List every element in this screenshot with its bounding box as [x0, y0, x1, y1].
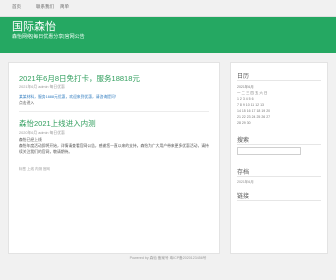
post-excerpt: 森怡已经上线 — [19, 138, 42, 142]
post-title[interactable]: 2021年6月8日免打卡，服务18818元 — [19, 73, 140, 84]
sidebar-divider — [237, 200, 321, 201]
post-meta: 2021年6月 admin 每日优惠 — [19, 85, 65, 89]
sidebar-title-archive: 存档 — [237, 170, 250, 176]
site-title[interactable]: 国际森怡 — [12, 18, 56, 34]
content-wrap: 2021年6月8日免打卡，服务18818元 2021年6月 admin 每日优惠… — [8, 62, 328, 254]
post-divider — [19, 111, 209, 112]
post-excerpt: 森怡年度活动即将开始，详情请查看官网公告，感谢您一直以来的支持。森怡为广大用户带… — [19, 144, 209, 154]
post-excerpt: 某某材料，服务1688元优惠，欢迎来到优惠，请咨询提问！ — [19, 95, 209, 100]
sidebar-divider — [237, 80, 321, 81]
calendar-row[interactable]: 14 15 16 17 18 19 20 — [237, 109, 270, 113]
calendar-row[interactable]: 21 22 23 24 25 26 27 — [237, 115, 270, 119]
calendar-month: 2021年6月 — [237, 85, 254, 89]
post-title[interactable]: 森怡2021上线进入内测 — [19, 118, 96, 129]
sidebar-title-search: 搜索 — [237, 138, 250, 144]
nav-item-home[interactable]: 首页 — [12, 4, 21, 10]
sidebar: 日历 2021年6月 一 二 三 四 五 六 日 1 2 3 4 5 6 7 8… — [230, 62, 328, 254]
site-description: 森怡网络|每日优惠分享|官网公告 — [12, 34, 85, 40]
nav-item-contact[interactable]: 联系我们 — [36, 4, 54, 10]
calendar-row[interactable]: 7 8 9 10 11 12 13 — [237, 103, 264, 107]
calendar-row[interactable]: 1 2 3 4 5 6 — [237, 97, 254, 101]
sidebar-divider — [237, 144, 321, 145]
sidebar-divider — [237, 176, 321, 177]
search-input[interactable] — [237, 147, 301, 155]
post-read-more[interactable]: 点击进入 — [19, 101, 209, 106]
sidebar-title-calendar: 日历 — [237, 74, 250, 80]
nav-item-simple[interactable]: 简单 — [60, 4, 69, 10]
post-excerpt-link[interactable]: 某某材料，服务1688元优惠，欢迎来到优惠，请咨询提问！ — [19, 95, 119, 99]
footer: Powered by 森怡 备案号 粤ICP备2020123456号 — [129, 256, 207, 260]
post-meta: 2020年6月 admin 每日优惠 — [19, 131, 65, 135]
top-nav: 首页 联系我们 简单 — [0, 0, 336, 17]
sidebar-title-links: 链接 — [237, 194, 250, 200]
post-tags[interactable]: 标签 上线 内测 官网 — [19, 167, 50, 172]
calendar-head: 一 二 三 四 五 六 日 — [237, 91, 268, 95]
calendar-row[interactable]: 28 29 30 — [237, 121, 251, 125]
archive-link[interactable]: 2021年6月 — [237, 180, 254, 185]
main-content: 2021年6月8日免打卡，服务18818元 2021年6月 admin 每日优惠… — [8, 62, 220, 254]
